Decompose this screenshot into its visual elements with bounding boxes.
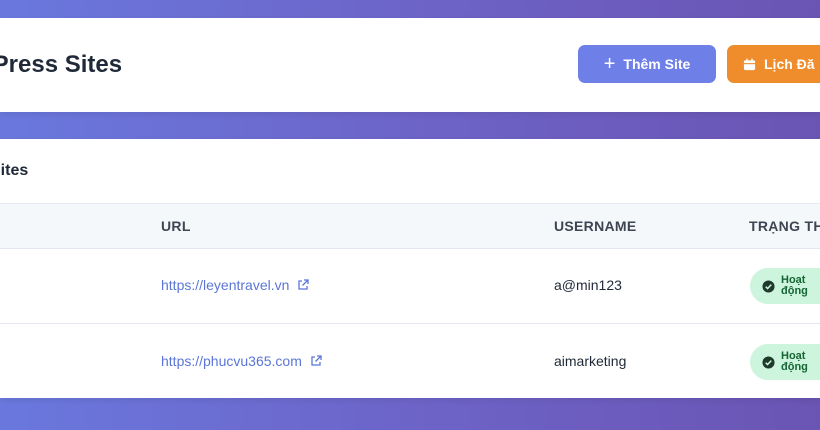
calendar-icon [743, 57, 756, 70]
username-cell: a@min123 [554, 277, 622, 293]
site-url-text: https://leyentravel.vn [161, 277, 290, 293]
site-url-link[interactable]: https://phucvu365.com [161, 353, 322, 369]
status-badge: Hoạt động [750, 268, 820, 304]
table-header: URL USERNAME TRẠNG TH [0, 203, 820, 249]
external-link-icon [311, 355, 322, 366]
sites-table-card: Sites URL USERNAME TRẠNG TH https://leye… [0, 139, 820, 398]
status-text: Hoạt động [781, 350, 808, 373]
external-link-icon [298, 279, 310, 290]
add-site-button[interactable]: + Thêm Site [578, 45, 716, 83]
plus-icon: + [603, 53, 616, 75]
check-circle-icon [762, 279, 775, 293]
column-header-username: USERNAME [554, 218, 637, 234]
site-url-link[interactable]: https://leyentravel.vn [161, 277, 310, 293]
username-cell: aimarketing [554, 353, 627, 369]
header-card: lPress Sites + Thêm Site Lịch Đă [0, 18, 820, 112]
column-header-url: URL [161, 218, 191, 234]
table-row: https://phucvu365.com aimarketing Hoạt đ… [0, 324, 820, 399]
add-site-label: Thêm Site [623, 56, 691, 72]
check-circle-icon [762, 355, 775, 369]
site-url-text: https://phucvu365.com [161, 353, 302, 369]
schedule-label: Lịch Đă [764, 56, 815, 72]
status-badge: Hoạt động [750, 344, 820, 380]
page-title: lPress Sites [0, 51, 123, 78]
status-text: Hoạt động [781, 274, 808, 297]
table-row: https://leyentravel.vn a@min123 Hoạt độn… [0, 248, 820, 324]
schedule-button[interactable]: Lịch Đă [727, 45, 820, 83]
table-title: Sites [0, 162, 29, 179]
column-header-status: TRẠNG TH [749, 218, 820, 234]
